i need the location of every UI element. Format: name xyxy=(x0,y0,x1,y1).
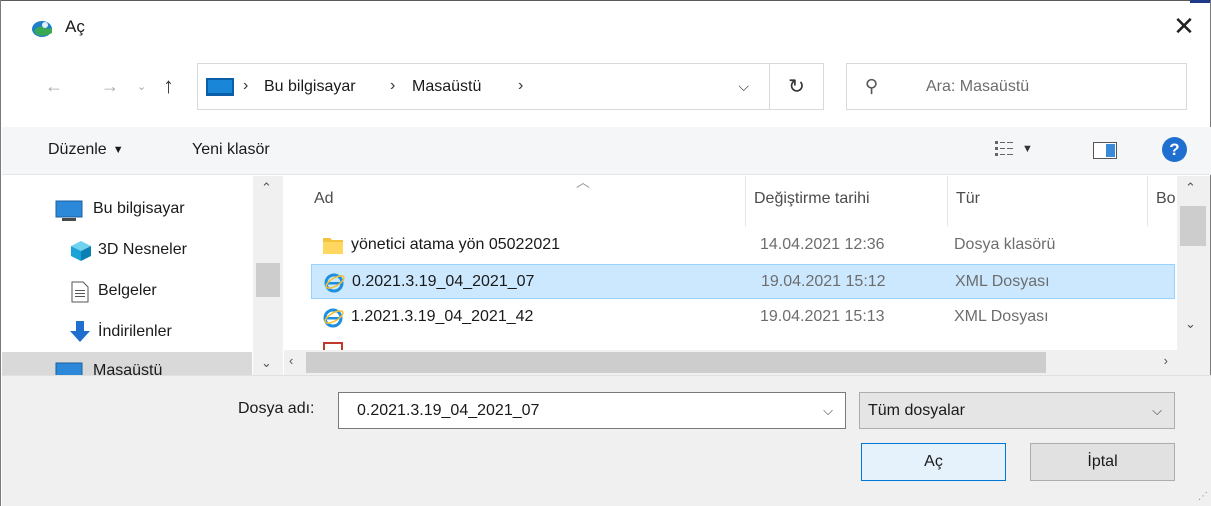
nav-item-desktop[interactable]: Masaüstü xyxy=(2,352,252,375)
table-row[interactable]: 1.2021.3.19_04_2021_42 19.04.2021 15:13 … xyxy=(311,300,1175,335)
internet-explorer-icon xyxy=(324,273,345,293)
sort-ascending-icon: ︿ xyxy=(576,176,590,190)
nav-item-this-pc[interactable]: Bu bilgisayar xyxy=(2,190,252,228)
resize-grip-icon[interactable]: ⋰ xyxy=(1198,491,1208,502)
column-header-size[interactable]: Bo xyxy=(1148,176,1177,226)
command-toolbar: Düzenle ▼ Yeni klasör ▼ ? xyxy=(2,127,1211,175)
cancel-button[interactable]: İptal xyxy=(1030,443,1175,481)
nav-item-3d-objects[interactable]: 3D Nesneler xyxy=(2,231,252,269)
chevron-down-icon: ⌵ xyxy=(1152,403,1162,418)
close-icon: ✕ xyxy=(1173,10,1195,41)
folder-icon xyxy=(323,238,343,254)
chevron-down-icon[interactable]: ⌵ xyxy=(823,403,833,419)
nav-item-downloads[interactable]: İndirilenler xyxy=(2,313,252,351)
file-type: XML Dosyası xyxy=(954,308,1049,325)
file-name: yönetici atama yön 05022021 xyxy=(351,236,561,253)
window-title: Aç xyxy=(65,17,85,36)
search-icon: ⚲ xyxy=(865,76,879,96)
organize-label: Düzenle xyxy=(48,141,107,158)
file-modified: 19.04.2021 15:13 xyxy=(760,308,885,325)
document-icon xyxy=(71,281,89,303)
organize-button[interactable]: Düzenle ▼ xyxy=(48,141,124,159)
close-button[interactable]: ✕ xyxy=(1164,6,1204,46)
breadcrumb-this-pc[interactable]: Bu bilgisayar xyxy=(264,78,356,96)
nav-item-label: Masaüstü xyxy=(93,362,163,375)
refresh-button[interactable]: ↻ xyxy=(769,63,824,110)
table-row[interactable]: 0.2021.3.19_04_2021_07 19.04.2021 15:12 … xyxy=(311,264,1175,299)
scroll-up-icon[interactable]: ⌃ xyxy=(1185,180,1196,196)
file-type: XML Dosyası xyxy=(955,273,1050,290)
filename-input[interactable]: 0.2021.3.19_04_2021_07 ⌵ xyxy=(338,392,846,429)
image-file-icon xyxy=(323,342,343,350)
column-header-type[interactable]: Tür xyxy=(948,176,1148,226)
search-placeholder: Ara: Masaüstü xyxy=(926,78,1030,95)
computer-icon xyxy=(55,200,83,221)
nav-item-label: Belgeler xyxy=(98,282,157,299)
filetype-value: Tüm dosyalar xyxy=(868,402,965,419)
caret-down-icon: ▼ xyxy=(112,144,124,156)
address-bar[interactable]: › Bu bilgisayar › Masaüstü › ⌵ xyxy=(197,63,770,110)
column-header-modified[interactable]: Değiştirme tarihi xyxy=(746,176,948,226)
search-input[interactable]: ⚲ Ara: Masaüstü xyxy=(846,63,1187,110)
up-arrow-icon[interactable]: ↑ xyxy=(163,73,174,99)
app-icon xyxy=(32,21,52,37)
file-list-horizontal-scrollbar[interactable]: ‹ › xyxy=(284,350,1210,375)
desktop-icon xyxy=(55,362,83,375)
file-name: 0.2021.3.19_04_2021_07 xyxy=(352,273,535,290)
nav-item-label: 3D Nesneler xyxy=(98,241,187,258)
file-type: Dosya klasörü xyxy=(954,236,1056,253)
scroll-right-icon[interactable]: › xyxy=(1164,353,1168,368)
scroll-down-icon[interactable]: ⌄ xyxy=(261,355,272,371)
chevron-right-icon[interactable]: › xyxy=(518,77,523,95)
breadcrumb-desktop[interactable]: Masaüstü xyxy=(412,78,481,96)
recent-locations-chevron-icon[interactable]: ⌄ xyxy=(137,80,146,93)
refresh-icon: ↻ xyxy=(788,76,805,98)
nav-item-documents[interactable]: Belgeler xyxy=(2,272,252,310)
new-folder-button[interactable]: Yeni klasör xyxy=(192,141,270,159)
scroll-down-icon[interactable]: ⌄ xyxy=(1185,316,1196,332)
scroll-up-icon[interactable]: ⌃ xyxy=(261,180,272,196)
open-file-dialog: Aç ✕ ← → ⌄ ↑ › Bu bilgisayar › Masaüstü … xyxy=(0,0,1211,506)
table-row[interactable] xyxy=(311,336,1175,350)
nav-item-label: İndirilenler xyxy=(98,323,172,340)
file-modified: 14.04.2021 12:36 xyxy=(760,236,885,253)
scrollbar-thumb[interactable] xyxy=(306,352,1046,373)
file-list-scrollbar[interactable]: ⌃ ⌄ xyxy=(1177,176,1210,350)
preview-pane-icon[interactable] xyxy=(1093,142,1117,159)
scrollbar-thumb[interactable] xyxy=(256,263,280,297)
chevron-right-icon[interactable]: › xyxy=(243,77,248,95)
file-list: Ad ︿ Değiştirme tarihi Tür Bo yönetici a… xyxy=(284,176,1210,375)
column-header-label: Bo xyxy=(1156,190,1176,207)
nav-item-label: Bu bilgisayar xyxy=(93,200,185,217)
cube-3d-icon xyxy=(71,241,91,261)
file-modified: 19.04.2021 15:12 xyxy=(761,273,886,290)
title-bar[interactable]: Aç ✕ xyxy=(1,0,1210,54)
filename-label: Dosya adı: xyxy=(238,400,315,417)
table-row[interactable]: yönetici atama yön 05022021 14.04.2021 1… xyxy=(311,228,1175,263)
view-options-icon[interactable] xyxy=(995,140,1015,158)
file-name: 1.2021.3.19_04_2021_42 xyxy=(351,308,534,325)
chevron-down-icon[interactable]: ⌵ xyxy=(738,78,749,95)
download-arrow-icon xyxy=(70,321,90,342)
column-header-label: Ad xyxy=(314,190,334,207)
filename-value: 0.2021.3.19_04_2021_07 xyxy=(357,402,540,419)
computer-icon xyxy=(206,78,234,96)
internet-explorer-icon xyxy=(323,308,344,328)
scroll-left-icon[interactable]: ‹ xyxy=(289,353,293,368)
column-header-name[interactable]: Ad ︿ xyxy=(306,176,746,226)
column-header-label: Tür xyxy=(956,190,980,207)
nav-pane-scrollbar[interactable]: ⌃ ⌄ xyxy=(253,176,283,375)
back-arrow-icon[interactable]: ← xyxy=(45,76,63,97)
help-icon[interactable]: ? xyxy=(1162,137,1187,162)
open-button[interactable]: Aç xyxy=(861,443,1006,481)
dialog-footer: Dosya adı: 0.2021.3.19_04_2021_07 ⌵ Tüm … xyxy=(2,375,1211,506)
caret-down-icon[interactable]: ▼ xyxy=(1022,143,1033,155)
scrollbar-thumb[interactable] xyxy=(1180,206,1206,246)
chevron-right-icon[interactable]: › xyxy=(390,77,395,95)
forward-arrow-icon[interactable]: → xyxy=(101,76,119,97)
navigation-pane: Bu bilgisayar 3D Nesneler Belgeler İndir… xyxy=(2,176,283,375)
column-header-label: Değiştirme tarihi xyxy=(754,190,870,207)
filetype-select[interactable]: Tüm dosyalar ⌵ xyxy=(859,392,1175,429)
